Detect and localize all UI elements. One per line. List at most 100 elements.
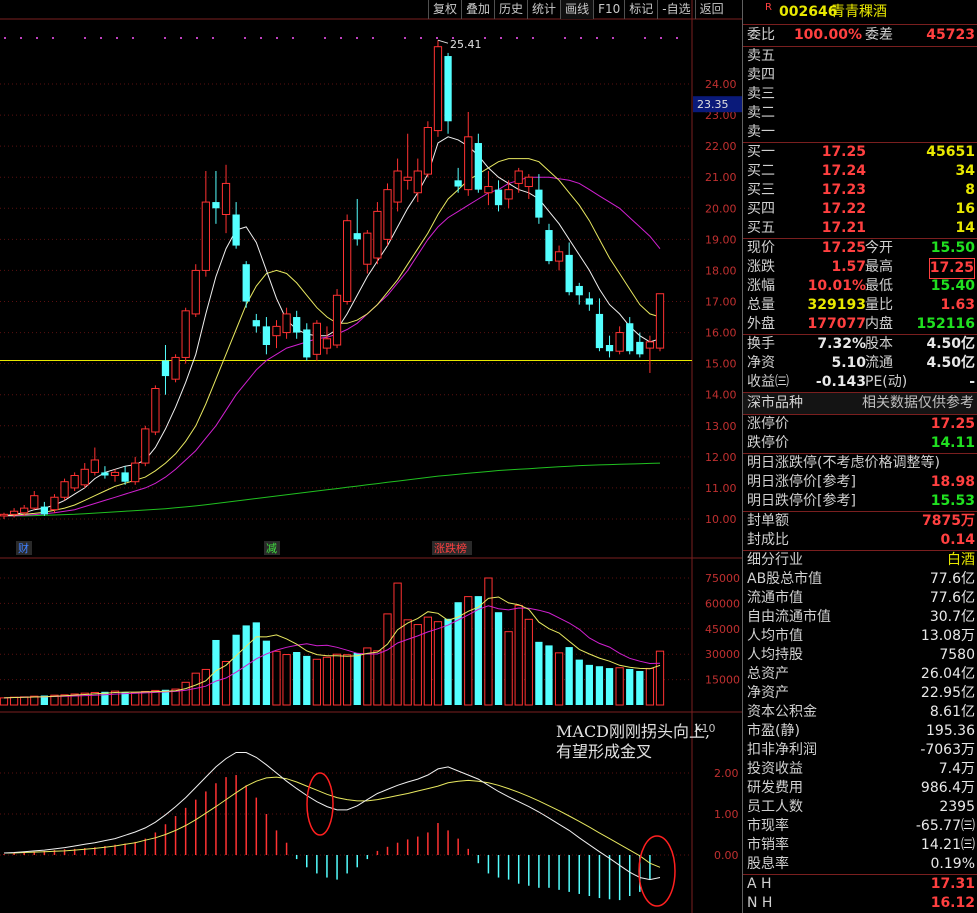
wei-row: 委比 100.00% 委差 45723: [743, 25, 977, 47]
toolbar-button-3[interactable]: 统计: [527, 0, 560, 19]
stock-name: 青青稞酒: [831, 4, 887, 20]
quote-value: 17.25: [928, 258, 975, 279]
tomorrow-down-label: 明日跌停价[参考]: [747, 493, 856, 509]
candle-body: [303, 329, 311, 358]
volume-bar: [312, 658, 321, 706]
volume-bar: [232, 634, 240, 705]
candle-body: [201, 201, 210, 271]
stat-row: 净资 5.10 流通 4.50亿: [743, 354, 977, 373]
stock-flag: R: [765, 2, 772, 13]
stat-label: 股本: [865, 336, 893, 352]
volume-bar: [322, 656, 332, 706]
price-tick-label: 21.00: [705, 171, 737, 184]
sell-level-label: 卖三: [747, 86, 775, 102]
candle-body: [121, 472, 129, 482]
quote-label: 最低: [865, 278, 893, 294]
top-dot: [500, 37, 502, 39]
toolbar-button-0[interactable]: 复权: [428, 0, 461, 19]
top-dot: [100, 37, 102, 39]
top-dot: [660, 37, 662, 39]
volume-bar: [303, 655, 311, 705]
seal-table: 封单额 7875万 封成比 0.14: [743, 512, 977, 551]
top-dot: [164, 37, 166, 39]
kline-chart-area[interactable]: 24.00 23.00 22.00 21.00 20.00 19.00 18.00 17.00…: [0, 0, 742, 913]
buy-level-row: 买四 17.22 16: [743, 200, 977, 219]
candle-body: [626, 323, 634, 352]
volume-bar: [282, 654, 291, 706]
fundamental-label: 净资产: [747, 685, 789, 701]
fundamental-label: 自由流通市值: [747, 609, 831, 625]
highlight-circle: [306, 772, 334, 836]
event-tag: 涨跌榜: [434, 541, 467, 555]
toolbar-button-5[interactable]: F10: [593, 0, 624, 19]
volume-bar: [626, 668, 634, 705]
top-dot: [356, 37, 358, 39]
toolbar-button-2[interactable]: 历史: [494, 0, 527, 19]
top-dot: [420, 37, 422, 39]
candle-body: [444, 56, 452, 122]
buy-level-row: 买二 17.24 34: [743, 162, 977, 181]
sell-level-row: 卖二: [743, 104, 977, 123]
fundamental-row: 净资产 22.95亿: [743, 684, 977, 703]
quote-row: 现价 17.25 今开 15.50: [743, 239, 977, 258]
candle-body: [252, 320, 260, 327]
toolbar-button-8[interactable]: 返回: [694, 0, 728, 19]
kline-chart[interactable]: 24.0023.0022.0021.0020.0019.0018.0017.00…: [0, 0, 742, 913]
fundamental-value: 77.6亿: [929, 571, 975, 587]
price-tick-label: 13.00: [705, 420, 737, 433]
limit-row: 涨停价 17.25: [743, 415, 977, 434]
candle-body: [221, 182, 231, 216]
candle-body: [413, 170, 422, 194]
quote-value: 1.57: [831, 259, 866, 275]
ma-line-white: [3, 136, 661, 517]
top-dot: [436, 37, 438, 39]
fundamental-value: 2395: [939, 799, 975, 815]
candle-body: [262, 326, 271, 345]
volume-bar: [332, 653, 342, 706]
top-dot: [324, 37, 326, 39]
top-dot: [516, 37, 518, 39]
fundamental-label: 股息率: [747, 856, 789, 872]
toolbar-button-7[interactable]: -自选: [657, 0, 694, 19]
fundamental-label: AB股总市值: [747, 571, 823, 587]
market-note: 相关数据仅供参考: [862, 395, 974, 411]
fundamental-label: 资本公积金: [747, 704, 817, 720]
annotation-line-2: 有望形成金叉: [556, 742, 653, 761]
fundamental-value: 13.08万: [920, 628, 975, 644]
buy-level-row: 买一 17.25 45651: [743, 143, 977, 162]
nh-value: 16.12: [930, 895, 975, 911]
candle-body: [151, 388, 160, 433]
candle-body: [636, 341, 644, 355]
quote-label: 涨跌: [747, 259, 775, 275]
candle-body: [0, 513, 9, 517]
seal-label: 封单额: [747, 513, 789, 529]
buy-level-volume: 8: [965, 182, 975, 198]
candle-body: [464, 136, 473, 191]
quote-label: 今开: [865, 240, 893, 256]
high-pointer: [437, 39, 449, 44]
candle-body: [282, 313, 291, 334]
fundamental-label: 市现率: [747, 818, 789, 834]
volume-bar: [585, 664, 593, 705]
candle-body: [403, 176, 412, 181]
buy-level-volume: 14: [955, 220, 975, 236]
buy-level-label: 买五: [747, 220, 775, 236]
volume-tick-label: 60000: [705, 597, 740, 610]
fundamental-row: 人均市值 13.08万: [743, 627, 977, 646]
top-dot: [596, 37, 598, 39]
volume-bar: [565, 647, 573, 705]
toolbar-button-6[interactable]: 标记: [624, 0, 657, 19]
price-tick-label: 16.00: [705, 327, 737, 340]
candle-body: [474, 143, 482, 190]
sell-level-row: 卖五: [743, 47, 977, 66]
price-tick-label: 22.00: [705, 140, 737, 153]
candle-body: [312, 322, 321, 355]
candle-body: [212, 202, 220, 209]
ah-value: 17.31: [930, 876, 975, 892]
quote-row: 外盘 177077 内盘 152116: [743, 315, 977, 334]
fundamental-row: 投资收益 7.4万: [743, 760, 977, 779]
toolbar-button-4[interactable]: 画线: [560, 0, 594, 19]
toolbar-button-1[interactable]: 叠加: [461, 0, 494, 19]
fundamental-row: 研发费用 986.4万: [743, 779, 977, 798]
top-dot: [532, 37, 534, 39]
